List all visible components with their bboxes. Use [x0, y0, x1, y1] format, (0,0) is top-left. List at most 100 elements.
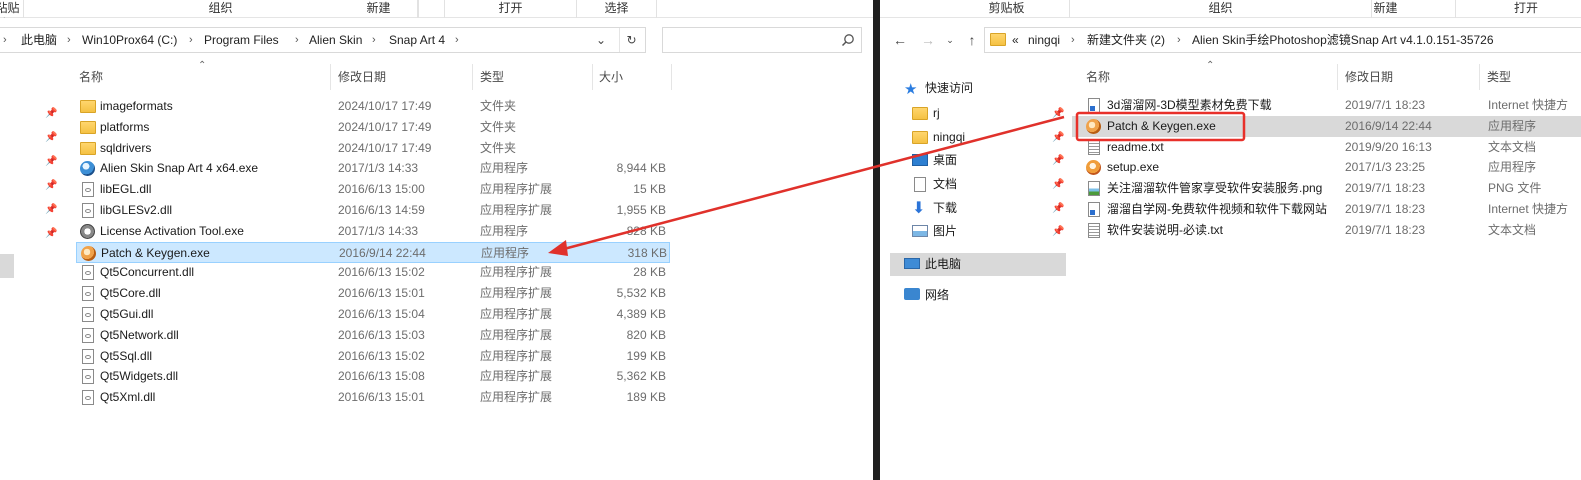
file-row[interactable]: Qt5Network.dll 2016/6/13 15:03 应用程序扩展 820 K…	[76, 325, 670, 346]
chevron-right-icon[interactable]: ›	[372, 28, 376, 52]
address-history-chevron-down-icon[interactable]: ⌄	[589, 28, 613, 52]
nav-item-3[interactable]: ningqi 📌	[880, 126, 1066, 149]
chevron-right-icon[interactable]: ›	[1071, 28, 1075, 52]
chevron-right-icon[interactable]: ›	[455, 28, 459, 52]
left-ribbon: 粘贴板 组织 新建 打开 选择	[0, 0, 873, 31]
download-icon: ⬇	[912, 200, 926, 217]
column-header-name[interactable]: 名称	[79, 66, 103, 88]
breadcrumb-this-pc[interactable]: 此电脑	[21, 28, 57, 52]
breadcrumb-new-folder-2[interactable]: 新建文件夹 (2)	[1087, 28, 1165, 52]
breadcrumb-snap-art-package[interactable]: Alien Skin手绘Photoshop滤镜Snap Art v4.1.0.1…	[1192, 28, 1494, 52]
file-row[interactable]: libGLESv2.dll 2016/6/13 14:59 应用程序扩展 1,955 …	[76, 200, 670, 221]
file-row[interactable]: Qt5Concurrent.dll 2016/6/13 15:02 应用程序扩展 28…	[76, 262, 670, 283]
back-arrow-icon[interactable]: ←	[888, 28, 912, 52]
pin-icon[interactable]: 📌	[45, 132, 57, 143]
pin-icon[interactable]: 📌	[1052, 197, 1064, 220]
recent-chevron-down-icon[interactable]: ⌄	[938, 28, 962, 52]
refresh-icon[interactable]: ↻	[619, 28, 643, 52]
pin-icon[interactable]: 📌	[1052, 126, 1064, 149]
column-header-size[interactable]: 大小	[599, 66, 623, 88]
chevron-right-icon[interactable]: ›	[189, 28, 193, 52]
file-date: 2024/10/17 17:49	[338, 140, 432, 155]
file-date: 2024/10/17 17:49	[338, 119, 432, 134]
file-row[interactable]: Qt5Gui.dll 2016/6/13 15:04 应用程序扩展 4,389 KB	[76, 304, 670, 325]
column-header-name[interactable]: 名称	[1086, 66, 1110, 88]
file-name: Qt5Network.dll	[100, 327, 179, 342]
pin-icon[interactable]: 📌	[1052, 102, 1064, 125]
file-row[interactable]: 软件安装说明-必读.txt 2019/7/1 18:23 文本文档	[1072, 220, 1581, 241]
pin-icon[interactable]: 📌	[45, 156, 57, 167]
pin-icon[interactable]: 📌	[1052, 149, 1064, 172]
ribbon-select-group[interactable]: 选择	[577, 0, 657, 18]
pin-icon[interactable]: 📌	[45, 204, 57, 215]
file-row[interactable]: Patch & Keygen.exe 2016/9/14 22:44 应用程序	[1072, 115, 1581, 137]
file-size: 1,955 KB	[616, 203, 666, 217]
text-file-icon	[1088, 139, 1100, 155]
file-row[interactable]: 3d溜溜网-3D模型素材免费下载 2019/7/1 18:23 Internet 快…	[1072, 95, 1581, 116]
column-header-date[interactable]: 修改日期	[338, 66, 386, 88]
up-arrow-icon[interactable]: ↑	[960, 28, 984, 52]
file-row[interactable]: Qt5Sql.dll 2016/6/13 15:02 应用程序扩展 199 KB	[76, 346, 670, 367]
left-address-bar[interactable]: › 此电脑 › Win10Prox64 (C:) › Program Files…	[0, 27, 646, 53]
file-name: Patch & Keygen.exe	[101, 245, 210, 260]
file-row[interactable]: License Activation Tool.exe 2017/1/3 14:3…	[76, 221, 670, 242]
chevron-right-icon[interactable]: ›	[295, 28, 299, 52]
file-row[interactable]: Qt5Core.dll 2016/6/13 15:01 应用程序扩展 5,532 KB	[76, 283, 670, 304]
file-row[interactable]: Qt5Xml.dll 2016/6/13 15:01 应用程序扩展 189 KB	[76, 387, 670, 408]
keygen-icon	[81, 245, 96, 261]
ribbon-open-group[interactable]: 打开	[445, 0, 577, 18]
keygen-icon	[1086, 118, 1101, 134]
file-date: 2016/6/13 15:03	[338, 327, 425, 342]
file-row[interactable]: sqldrivers 2024/10/17 17:49 文件夹	[76, 138, 670, 159]
column-header-type[interactable]: 类型	[1487, 66, 1511, 88]
nav-item-5[interactable]: 文档 📌	[880, 173, 1066, 196]
breadcrumb-snap-art-4[interactable]: Snap Art 4	[389, 28, 445, 52]
pin-icon[interactable]: 📌	[45, 180, 57, 191]
file-row[interactable]: libEGL.dll 2016/6/13 15:00 应用程序扩展 15 KB	[76, 179, 670, 200]
folder-icon	[990, 33, 1006, 46]
nav-item-7[interactable]: 图片 📌	[880, 220, 1066, 243]
file-type: 文件夹	[480, 119, 517, 134]
chevron-right-icon[interactable]: ›	[67, 28, 71, 52]
breadcrumb-ningqi[interactable]: ningqi	[1028, 28, 1060, 52]
file-size	[596, 117, 666, 138]
file-row[interactable]: 关注溜溜软件管家享受软件安装服务.png 2019/7/1 18:23 PNG 文件	[1072, 178, 1581, 199]
nav-item-9[interactable]: 网络	[880, 284, 1066, 307]
chevron-right-icon[interactable]: ›	[1177, 28, 1181, 52]
ribbon-clipboard-group[interactable]: 剪贴板	[944, 0, 1070, 18]
address-overflow-icon[interactable]: «	[1012, 28, 1019, 52]
file-row[interactable]: readme.txt 2019/9/20 16:13 文本文档	[1072, 137, 1581, 158]
file-name: 关注溜溜软件管家享受软件安装服务.png	[1107, 181, 1323, 196]
file-row[interactable]: Alien Skin Snap Art 4 x64.exe 2017/1/3 14…	[76, 158, 670, 179]
nav-item-2[interactable]: rj 📌	[880, 102, 1066, 125]
breadcrumb-drive-c[interactable]: Win10Prox64 (C:)	[82, 28, 177, 52]
file-row[interactable]: platforms 2024/10/17 17:49 文件夹	[76, 117, 670, 138]
nav-item-1[interactable]: ★ 快速访问	[880, 77, 1066, 100]
ribbon-new-group[interactable]: 新建	[1316, 0, 1456, 18]
right-address-bar[interactable]: « ningqi › 新建文件夹 (2) › Alien Skin手绘Photo…	[984, 27, 1581, 53]
file-row[interactable]: Qt5Widgets.dll 2016/6/13 15:08 应用程序扩展 5,362…	[76, 366, 670, 387]
ribbon-open-group[interactable]: 打开	[1456, 0, 1581, 18]
file-row[interactable]: Patch & Keygen.exe 2016/9/14 22:44 应用程序 318…	[76, 241, 670, 263]
file-row[interactable]: 溜溜自学网-免费软件视频和软件下载网站 2019/7/1 18:23 Interne…	[1072, 199, 1581, 220]
pin-icon[interactable]: 📌	[45, 108, 57, 119]
nav-item-4[interactable]: 桌面 📌	[880, 149, 1066, 172]
pin-icon[interactable]: 📌	[1052, 173, 1064, 196]
ribbon-clipboard-group[interactable]: 粘贴板	[0, 0, 24, 31]
column-header-date[interactable]: 修改日期	[1345, 66, 1393, 88]
nav-item-6[interactable]: ⬇ 下载 📌	[880, 197, 1066, 220]
pin-icon[interactable]: 📌	[45, 228, 57, 239]
file-row[interactable]: imageformats 2024/10/17 17:49 文件夹	[76, 96, 670, 117]
breadcrumb-program-files[interactable]: Program Files	[204, 28, 279, 52]
setup-icon	[1086, 160, 1101, 176]
pin-icon[interactable]: 📌	[1052, 220, 1064, 243]
forward-arrow-icon[interactable]: →	[916, 28, 940, 52]
file-row[interactable]: setup.exe 2017/1/3 23:25 应用程序	[1072, 157, 1581, 178]
ribbon-new-group[interactable]: 新建	[313, 0, 445, 18]
left-search-box[interactable]	[662, 27, 862, 53]
file-size: 318 KB	[627, 245, 667, 260]
nav-selected-item[interactable]	[0, 254, 14, 278]
column-header-type[interactable]: 类型	[480, 66, 504, 88]
breadcrumb-alien-skin[interactable]: Alien Skin	[309, 28, 362, 52]
nav-item-8[interactable]: 此电脑	[890, 253, 1066, 276]
